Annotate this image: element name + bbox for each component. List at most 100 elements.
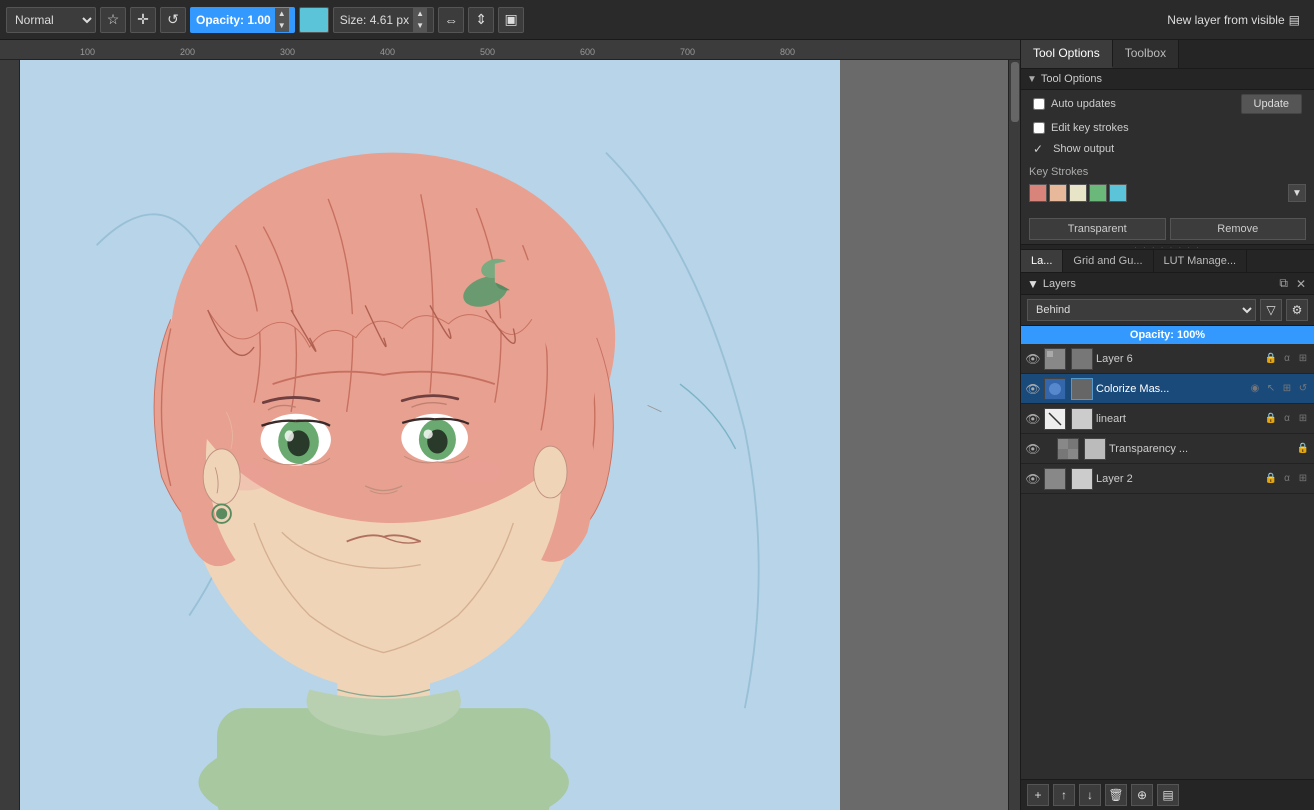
layers-close-btn[interactable]: ✕ [1294,277,1308,291]
tab-tool-options[interactable]: Tool Options [1021,40,1113,68]
transparency-visibility[interactable]: 👁 [1025,441,1041,457]
color-swatches-row: ▼ [1029,184,1306,202]
settings-btn[interactable]: ⚙ [1286,299,1308,321]
main-toolbar: Normal Behind Multiply Screen ☆ ✛ ↺ Opac… [0,0,1314,40]
layer6-visibility[interactable]: 👁 [1025,351,1041,367]
color-swatch-5[interactable] [1109,184,1127,202]
show-output-row: ✓ Show output [1021,138,1314,160]
canvas-content[interactable] [20,60,1008,810]
ruler-left [0,60,20,810]
colorize-thumb2 [1071,378,1093,400]
colorize-circle: ◉ [1248,383,1262,394]
main-area: 100 200 300 400 500 600 700 800 [0,40,1314,810]
vertical-scrollbar[interactable] [1008,60,1020,810]
layers-arrow: ▼ [1027,277,1039,291]
size-up[interactable]: ▲ [413,8,427,20]
layers-mode-row: Behind Normal Multiply Screen ▽ ⚙ [1021,295,1314,326]
colorize-icons: ◉ ↖ ⊞ ↺ [1248,383,1310,394]
opacity-up[interactable]: ▲ [275,8,289,20]
illustration-svg [20,60,840,810]
auto-updates-row: Auto updates Update [1021,90,1314,118]
lineart-name: lineart [1096,413,1261,425]
layer-row-colorize[interactable]: 👁 Colorize Mas... ◉ ↖ ⊞ ↺ [1021,374,1314,404]
filter-btn[interactable]: ▽ [1260,299,1282,321]
tab-lut-manager[interactable]: LUT Manage... [1154,250,1248,272]
layer-row-transparency[interactable]: 👁 Transparency ... 🔒 [1021,434,1314,464]
scrollbar-thumb[interactable] [1011,62,1019,122]
color-swatch-3[interactable] [1069,184,1087,202]
tab-grid-guides[interactable]: Grid and Gu... [1063,250,1153,272]
layer-row-layer2[interactable]: 👁 Layer 2 🔒 α ⊞ [1021,464,1314,494]
layers-list: 👁 Layer 6 🔒 α ⊞ 👁 [1021,344,1314,779]
show-output-label: Show output [1053,143,1114,155]
color-swatch-2[interactable] [1049,184,1067,202]
layer2-visibility[interactable]: 👁 [1025,471,1041,487]
edit-key-strokes-checkbox[interactable] [1033,122,1045,134]
layer2-thumb1 [1044,468,1066,490]
layers-panel: ▼ Layers ⧉ ✕ Behind Normal Multiply Scre… [1021,273,1314,810]
tool-btn-3[interactable]: ↺ [160,7,186,33]
key-strokes-label: Key Strokes [1029,166,1306,178]
ruler-mark-600: 600 [580,47,595,57]
lineart-visibility[interactable]: 👁 [1025,411,1041,427]
transparency-name: Transparency ... [1109,443,1293,455]
layer-merge-btn[interactable]: ⊕ [1131,784,1153,806]
canvas-wrapper: 100 200 300 400 500 600 700 800 [0,40,1020,810]
opacity-down[interactable]: ▼ [275,20,289,32]
layer-up-btn[interactable]: ↑ [1053,784,1075,806]
lineart-alpha: α [1280,413,1294,424]
new-layer-icon: ▤ [1289,13,1300,27]
size-down[interactable]: ▼ [413,20,427,32]
transparency-thumb1 [1057,438,1079,460]
new-layer-btn[interactable]: New layer from visible ▤ [1159,7,1308,33]
canvas-image [20,60,840,810]
color-swatch-1[interactable] [1029,184,1047,202]
tool-mode-select[interactable]: Normal Behind Multiply Screen [6,7,96,33]
layer-group-btn[interactable]: ▤ [1157,784,1179,806]
mirror-v-btn[interactable]: ⇕ [468,7,494,33]
auto-updates-checkbox[interactable] [1033,98,1045,110]
layers-bottom-toolbar: + ↑ ↓ 🗑 ⊕ ▤ [1021,779,1314,810]
layer-down-btn[interactable]: ↓ [1079,784,1101,806]
tab-layers[interactable]: La... [1021,250,1063,272]
layers-header: ▼ Layers ⧉ ✕ [1021,273,1314,295]
layer-mode-select[interactable]: Behind Normal Multiply Screen [1027,299,1256,321]
layer-row-layer6[interactable]: 👁 Layer 6 🔒 α ⊞ [1021,344,1314,374]
ruler-top: 100 200 300 400 500 600 700 800 [0,40,1020,60]
layer-new-btn[interactable]: + [1027,784,1049,806]
layer2-extra: ⊞ [1296,473,1310,484]
tool-btn-1[interactable]: ☆ [100,7,126,33]
update-button[interactable]: Update [1241,94,1302,114]
action-btn-row: Transparent Remove [1021,214,1314,244]
layers-tabs: La... Grid and Gu... LUT Manage... [1021,250,1314,273]
ruler-mark-800: 800 [780,47,795,57]
layer6-extra: ⊞ [1296,353,1310,364]
color-swatch-4[interactable] [1089,184,1107,202]
layers-duplicate-btn[interactable]: ⧉ [1277,276,1290,291]
tool-options-arrow: ▼ [1027,74,1037,85]
size-stepper[interactable]: ▲ ▼ [413,8,427,32]
layer2-alpha: α [1280,473,1294,484]
layer6-lock: 🔒 [1264,353,1278,364]
mirror-h-btn[interactable]: ⇔ [438,7,464,33]
tab-toolbox[interactable]: Toolbox [1113,40,1179,68]
key-strokes-section: Key Strokes ▼ [1021,160,1314,214]
ruler-mark-700: 700 [680,47,695,57]
color-expand-btn[interactable]: ▼ [1288,184,1306,202]
transparent-button[interactable]: Transparent [1029,218,1166,240]
transparency-spacer1 [1044,438,1054,460]
colorize-visibility[interactable]: 👁 [1025,381,1041,397]
canvas-area[interactable] [0,60,1020,810]
layer6-name: Layer 6 [1096,353,1261,365]
layer-delete-btn[interactable]: 🗑 [1105,784,1127,806]
transparency-lock: 🔒 [1296,443,1310,454]
tool-option-btn[interactable]: ▣ [498,7,524,33]
edit-key-strokes-label: Edit key strokes [1051,122,1129,134]
transparency-icons: 🔒 [1296,443,1310,454]
layer-row-lineart[interactable]: 👁 lineart 🔒 α ⊞ [1021,404,1314,434]
opacity-stepper[interactable]: ▲ ▼ [275,8,289,32]
tool-btn-2[interactable]: ✛ [130,7,156,33]
remove-button[interactable]: Remove [1170,218,1307,240]
ruler-mark-300: 300 [280,47,295,57]
layers-opacity-bar[interactable]: Opacity: 100% [1021,326,1314,344]
